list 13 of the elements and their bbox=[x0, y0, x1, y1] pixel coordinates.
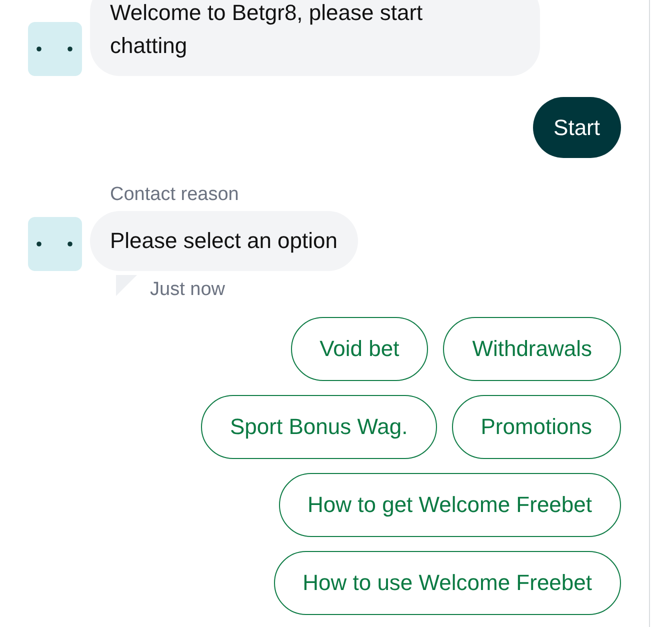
bot-face-icon bbox=[28, 217, 82, 271]
quick-reply-button[interactable]: How to use Welcome Freebet bbox=[274, 551, 621, 615]
quick-reply-button[interactable]: Void bet bbox=[290, 317, 428, 381]
bot-message-bubble: Please select an option bbox=[90, 211, 358, 271]
message-timestamp: Just now bbox=[150, 278, 225, 302]
message-label: Contact reason bbox=[110, 183, 240, 207]
quick-reply-button[interactable]: Promotions bbox=[452, 395, 621, 459]
user-message-bubble: Start bbox=[532, 97, 621, 158]
bot-face-icon bbox=[28, 22, 82, 76]
quick-reply-button[interactable]: Withdrawals bbox=[443, 317, 621, 381]
quick-reply-button[interactable]: How to get Welcome Freebet bbox=[278, 473, 621, 537]
quick-reply-button[interactable]: Sport Bonus Wag. bbox=[201, 395, 437, 459]
bot-message-bubble: Welcome to Betgr8, please start chatting bbox=[90, 0, 540, 76]
